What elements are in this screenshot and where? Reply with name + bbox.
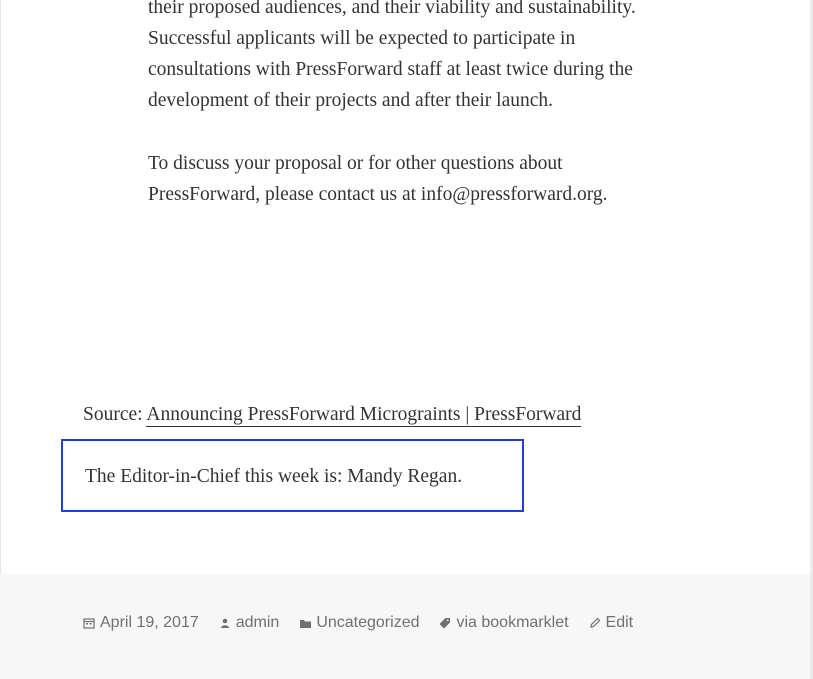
- author-link[interactable]: admin: [236, 614, 280, 632]
- calendar-icon: [82, 616, 96, 630]
- post-tag: via bookmarklet: [438, 614, 569, 632]
- category-link[interactable]: Uncategorized: [316, 614, 419, 632]
- post-date: April 19, 2017: [82, 614, 199, 632]
- post-edit: Edit: [588, 614, 634, 632]
- post-author: admin: [218, 614, 280, 632]
- edit-link[interactable]: Edit: [606, 614, 634, 632]
- post-meta: April 19, 2017 admin Uncategorized via b…: [82, 614, 633, 632]
- editor-note: The Editor-in-Chief this week is: Mandy …: [85, 466, 463, 487]
- tag-link[interactable]: via bookmarklet: [456, 614, 568, 632]
- source-link[interactable]: Announcing PressForward Micrograints | P…: [146, 404, 582, 427]
- folder-icon: [298, 616, 312, 630]
- quote-paragraph: their proposed audiences, and their viab…: [148, 0, 636, 111]
- article-body: their proposed audiences, and their viab…: [0, 0, 810, 574]
- post-category: Uncategorized: [298, 614, 419, 632]
- blockquote: their proposed audiences, and their viab…: [148, 0, 668, 242]
- quote-paragraph: To discuss your proposal or for other qu…: [148, 153, 608, 205]
- editor-highlight-box: The Editor-in-Chief this week is: Mandy …: [61, 439, 524, 512]
- page: their proposed audiences, and their viab…: [0, 0, 813, 679]
- pencil-icon: [588, 616, 602, 630]
- tag-icon: [438, 616, 452, 630]
- date-link[interactable]: April 19, 2017: [100, 614, 199, 632]
- source-prefix: Source:: [83, 404, 147, 425]
- person-icon: [218, 616, 232, 630]
- source-line: Source: Announcing PressForward Microgra…: [83, 399, 582, 430]
